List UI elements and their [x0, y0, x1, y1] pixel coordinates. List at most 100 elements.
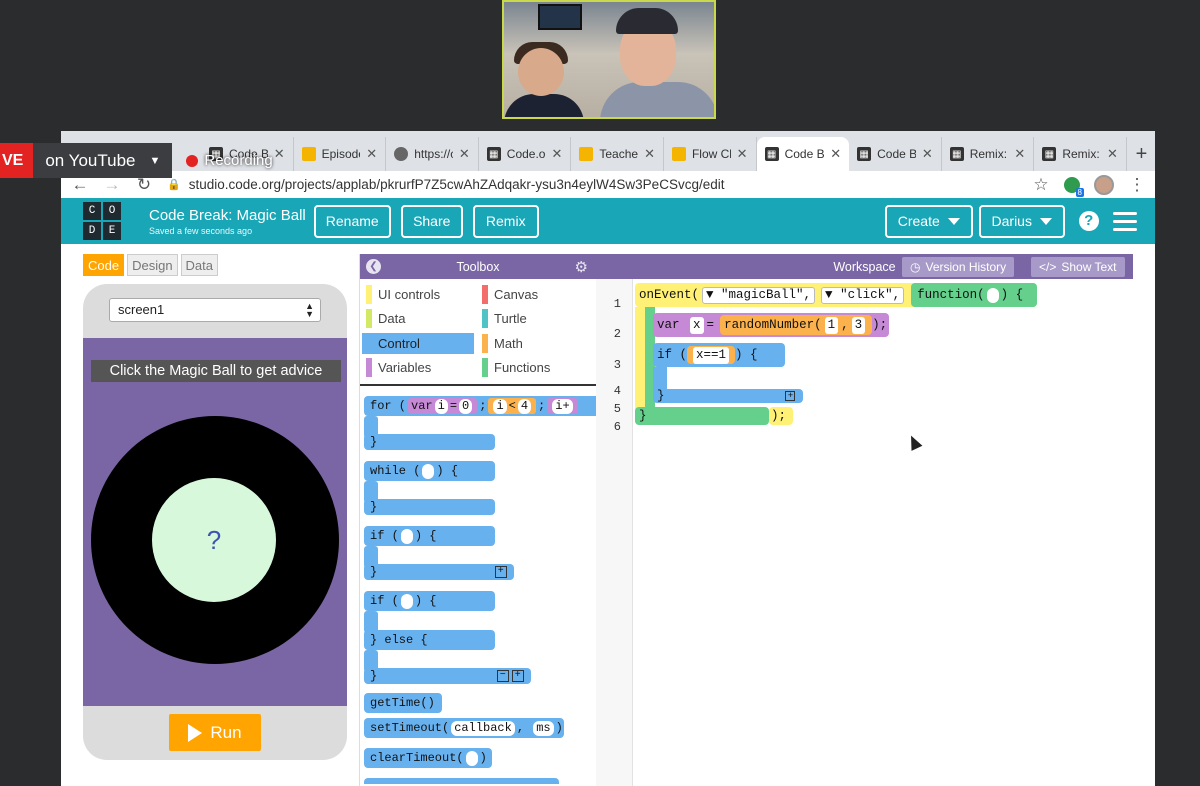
browser-tab[interactable]: https://c ✕: [386, 137, 479, 171]
design-mode-button[interactable]: Design: [127, 254, 178, 276]
plus-icon[interactable]: +: [494, 566, 507, 578]
app-preview: screen1 ▲ ▼ Click the Magic Ball to get a…: [83, 284, 347, 760]
browser-tab-active[interactable]: ▦ Code B ✕: [756, 137, 850, 171]
while-block[interactable]: while () {: [364, 461, 495, 481]
param: callback: [451, 720, 515, 736]
category-functions[interactable]: Functions: [478, 357, 590, 378]
event-type-dropdown[interactable]: ▼ "click",: [821, 286, 905, 304]
condition[interactable]: x==1: [693, 346, 730, 364]
more-icon[interactable]: ⋮: [1128, 175, 1146, 195]
saved-status: Saved a few seconds ago: [149, 225, 253, 236]
youtube-selector[interactable]: on YouTube ▼: [33, 143, 173, 178]
event-id-dropdown[interactable]: ▼ "magicBall",: [702, 286, 816, 304]
category-math[interactable]: Math: [478, 333, 590, 354]
category-color: [482, 309, 488, 328]
screen-name: screen1: [118, 302, 165, 317]
run-button[interactable]: Run: [169, 714, 261, 751]
category-data[interactable]: Data: [362, 308, 474, 329]
close-icon[interactable]: ✕: [830, 146, 841, 162]
tab-title: Code.o: [506, 147, 546, 161]
version-history-button[interactable]: ◷ Version History: [902, 257, 1015, 277]
share-button[interactable]: Share: [400, 204, 463, 238]
var-block[interactable]: var x = randomNumber(1, 3);: [653, 313, 889, 337]
updown-icon: ▲ ▼: [305, 301, 314, 319]
browser-tab[interactable]: ▦ Remix: ✕: [1034, 137, 1127, 171]
close-icon[interactable]: ✕: [1014, 146, 1025, 162]
condition-block[interactable]: x==1: [687, 346, 736, 364]
function-name: onEvent(: [639, 288, 700, 302]
hamburger-menu-icon[interactable]: [1112, 211, 1137, 231]
star-icon[interactable]: ☆: [1032, 175, 1050, 195]
code-org-logo[interactable]: C O D E: [83, 202, 121, 240]
browser-tab[interactable]: ▦ Code.o ✕: [479, 137, 572, 171]
advice-label: Click the Magic Ball to get advice: [91, 360, 341, 382]
new-tab-button[interactable]: +: [1127, 137, 1156, 171]
browser-tab[interactable]: ▦ Code B ✕: [849, 137, 942, 171]
recording-indicator: Recording: [186, 152, 273, 169]
cleartimeout-block[interactable]: clearTimeout(): [364, 748, 492, 768]
remix-button[interactable]: Remix: [472, 204, 539, 238]
variable-name[interactable]: x: [690, 316, 704, 334]
rename-button[interactable]: Rename: [313, 204, 391, 238]
extension-icon[interactable]: 8: [1064, 176, 1084, 197]
minus-icon[interactable]: −: [496, 670, 509, 682]
url-field[interactable]: 🔒 studio.code.org/projects/applab/pkrurf…: [167, 177, 1018, 192]
onevent-block[interactable]: onEvent( ▼ "magicBall", ▼ "click", funct…: [635, 283, 1037, 307]
collapse-icon[interactable]: ❮: [366, 259, 381, 274]
partial-block[interactable]: [364, 778, 559, 784]
close-icon[interactable]: ✕: [551, 146, 562, 162]
param[interactable]: 3: [851, 316, 866, 334]
plus-icon[interactable]: +: [785, 391, 796, 401]
block-end: }: [364, 434, 495, 450]
close-icon[interactable]: ✕: [922, 146, 933, 162]
toolbox-title: Toolbox: [456, 259, 500, 274]
settimeout-block[interactable]: setTimeout(callback, ms): [364, 718, 564, 738]
user-menu-button[interactable]: Darius: [978, 204, 1065, 238]
category-ui-controls[interactable]: UI controls: [362, 284, 474, 305]
gear-icon[interactable]: ⚙: [575, 258, 588, 276]
browser-tab[interactable]: Teacher ✕: [571, 137, 664, 171]
show-text-button[interactable]: </> Show Text: [1031, 257, 1125, 277]
close-icon[interactable]: ✕: [274, 146, 285, 162]
category-variables[interactable]: Variables: [362, 357, 474, 378]
operator: <: [508, 399, 516, 413]
code-mode-button[interactable]: Code: [83, 254, 125, 276]
if-else-block[interactable]: if () {: [364, 591, 495, 611]
clock-icon: ◷: [910, 260, 921, 274]
for-block[interactable]: for ( var i = 0; i <4; i+: [364, 396, 596, 416]
gettime-block[interactable]: getTime(): [364, 693, 442, 713]
category-canvas[interactable]: Canvas: [478, 284, 590, 305]
function-block[interactable]: function() {: [911, 283, 1037, 307]
if-block[interactable]: if () {: [364, 526, 495, 546]
browser-tab[interactable]: Episode ✕: [294, 137, 387, 171]
help-icon[interactable]: ?: [1078, 211, 1099, 231]
close-icon[interactable]: ✕: [644, 146, 655, 162]
create-button[interactable]: Create: [884, 204, 973, 238]
magic-ball-face[interactable]: ?: [152, 478, 276, 602]
category-list: UI controls Canvas Data Turtle Control M…: [360, 279, 596, 386]
function-name: clearTimeout(: [370, 751, 464, 765]
if-block[interactable]: if ( x==1 ) {: [653, 343, 785, 367]
var-slot: var i = 0: [408, 398, 478, 414]
line-number: 5: [613, 402, 621, 416]
category-turtle[interactable]: Turtle: [478, 308, 590, 329]
browser-tab[interactable]: Flow Ch ✕: [664, 137, 757, 171]
app-header: C O D E Code Break: Magic Ball Saved a f…: [61, 198, 1156, 244]
close-icon[interactable]: ✕: [366, 146, 377, 162]
data-mode-button[interactable]: Data: [180, 254, 219, 276]
category-label: Control: [378, 336, 420, 351]
category-control[interactable]: Control: [362, 333, 474, 354]
close-icon[interactable]: ✕: [1107, 146, 1118, 162]
profile-avatar[interactable]: [1094, 174, 1114, 195]
close-icon[interactable]: ✕: [737, 146, 748, 162]
param[interactable]: 1: [824, 316, 839, 334]
magic-ball[interactable]: ?: [91, 416, 339, 664]
browser-tab[interactable]: ▦ Remix: ✕: [942, 137, 1035, 171]
random-number-block[interactable]: randomNumber(1, 3: [720, 315, 873, 335]
brace: }: [370, 435, 378, 449]
screen-selector[interactable]: screen1 ▲ ▼: [109, 298, 321, 322]
param: "click",: [840, 288, 901, 302]
plus-icon[interactable]: +: [511, 670, 524, 682]
close-icon[interactable]: ✕: [459, 146, 470, 162]
keyword: while: [370, 464, 407, 478]
